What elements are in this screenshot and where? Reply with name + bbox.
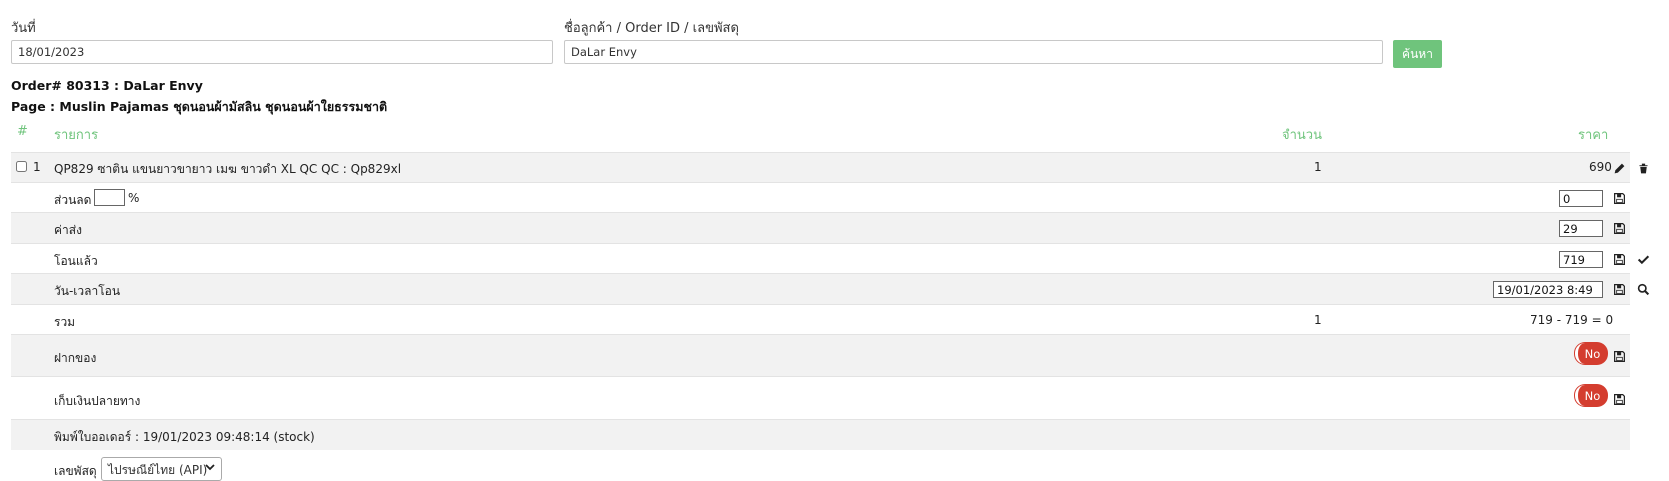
table-row-total: รวม 1 719 - 719 = 0 (11, 304, 1630, 334)
header-index: # (17, 124, 28, 139)
discount-unit: % (128, 191, 140, 205)
transferred-label: โอนแล้ว (54, 254, 98, 268)
carrier-select-value: ไปรษณีย์ไทย (API) (108, 463, 208, 477)
printed-info: พิมพ์ใบออเดอร์ : 19/01/2023 09:48:14 (st… (54, 430, 315, 444)
order-page: Page : Muslin Pajamas ชุดนอนผ้ามัสลิน ชุ… (11, 99, 388, 114)
table-row-cod: เก็บเงินปลายทาง No (11, 376, 1630, 419)
item-checkbox[interactable] (16, 161, 27, 172)
search-icon[interactable] (1636, 282, 1650, 296)
table-row-transferred: โอนแล้ว (11, 243, 1649, 273)
discount-percent-input[interactable] (94, 189, 125, 206)
header-item: รายการ (54, 128, 99, 143)
cod-label: เก็บเงินปลายทาง (54, 394, 141, 408)
table-row-shipping: ค่าส่ง (11, 212, 1630, 243)
header-qty: จำนวน (1282, 128, 1322, 143)
discount-label: ส่วนลด (54, 193, 92, 207)
pencil-icon[interactable] (1612, 161, 1626, 175)
save-icon[interactable] (1612, 349, 1626, 363)
header-price: ราคา (1578, 128, 1609, 143)
total-value: 719 - 719 = 0 (1530, 313, 1614, 327)
save-icon[interactable] (1612, 392, 1626, 406)
shipping-label: ค่าส่ง (54, 223, 82, 237)
table-row-transfer-time: วัน-เวลาโอน (11, 273, 1649, 304)
item-price: 690 (1589, 160, 1612, 174)
transfer-time-label: วัน-เวลาโอน (54, 284, 121, 298)
deposit-toggle[interactable]: No (1575, 343, 1607, 364)
item-name: QP829 ซาติน แขนยาวขายาว เมฆ ขาวดำ XL QC … (54, 162, 402, 176)
order-title: Order# 80313 : DaLar Envy (11, 78, 203, 93)
date-label: วันที่ (11, 21, 36, 36)
date-input[interactable] (11, 40, 553, 64)
table-row-printed: พิมพ์ใบออเดอร์ : 19/01/2023 09:48:14 (st… (11, 419, 1630, 450)
table-row-deposit: ฝากของ No (11, 334, 1630, 376)
total-qty: 1 (1314, 313, 1322, 327)
customer-search-input[interactable] (564, 40, 1383, 64)
table-row-item: 1 QP829 ซาติน แขนยาวขายาว เมฆ ขาวดำ XL Q… (11, 152, 1648, 182)
save-icon[interactable] (1612, 252, 1626, 266)
trash-icon[interactable] (1636, 161, 1650, 175)
item-index: 1 (33, 160, 41, 174)
discount-amount-input[interactable] (1559, 190, 1603, 207)
item-qty: 1 (1314, 160, 1322, 174)
check-icon[interactable] (1636, 252, 1650, 266)
deposit-label: ฝากของ (54, 351, 97, 365)
table-row-discount: ส่วนลด % (11, 182, 1630, 212)
transfer-time-input[interactable] (1493, 281, 1603, 298)
shipping-input[interactable] (1559, 220, 1603, 237)
save-icon[interactable] (1612, 221, 1626, 235)
save-icon[interactable] (1612, 282, 1626, 296)
tracking-label: เลขพัสดุ (54, 464, 97, 478)
transferred-input[interactable] (1559, 251, 1603, 268)
save-icon[interactable] (1612, 191, 1626, 205)
chevron-down-icon (205, 461, 215, 475)
customer-label: ชื่อลูกค้า / Order ID / เลขพัสดุ (564, 21, 739, 36)
cod-toggle[interactable]: No (1575, 385, 1607, 406)
search-button[interactable]: ค้นหา (1393, 40, 1442, 68)
total-label: รวม (54, 315, 76, 329)
carrier-select[interactable]: ไปรษณีย์ไทย (API) (101, 457, 222, 481)
